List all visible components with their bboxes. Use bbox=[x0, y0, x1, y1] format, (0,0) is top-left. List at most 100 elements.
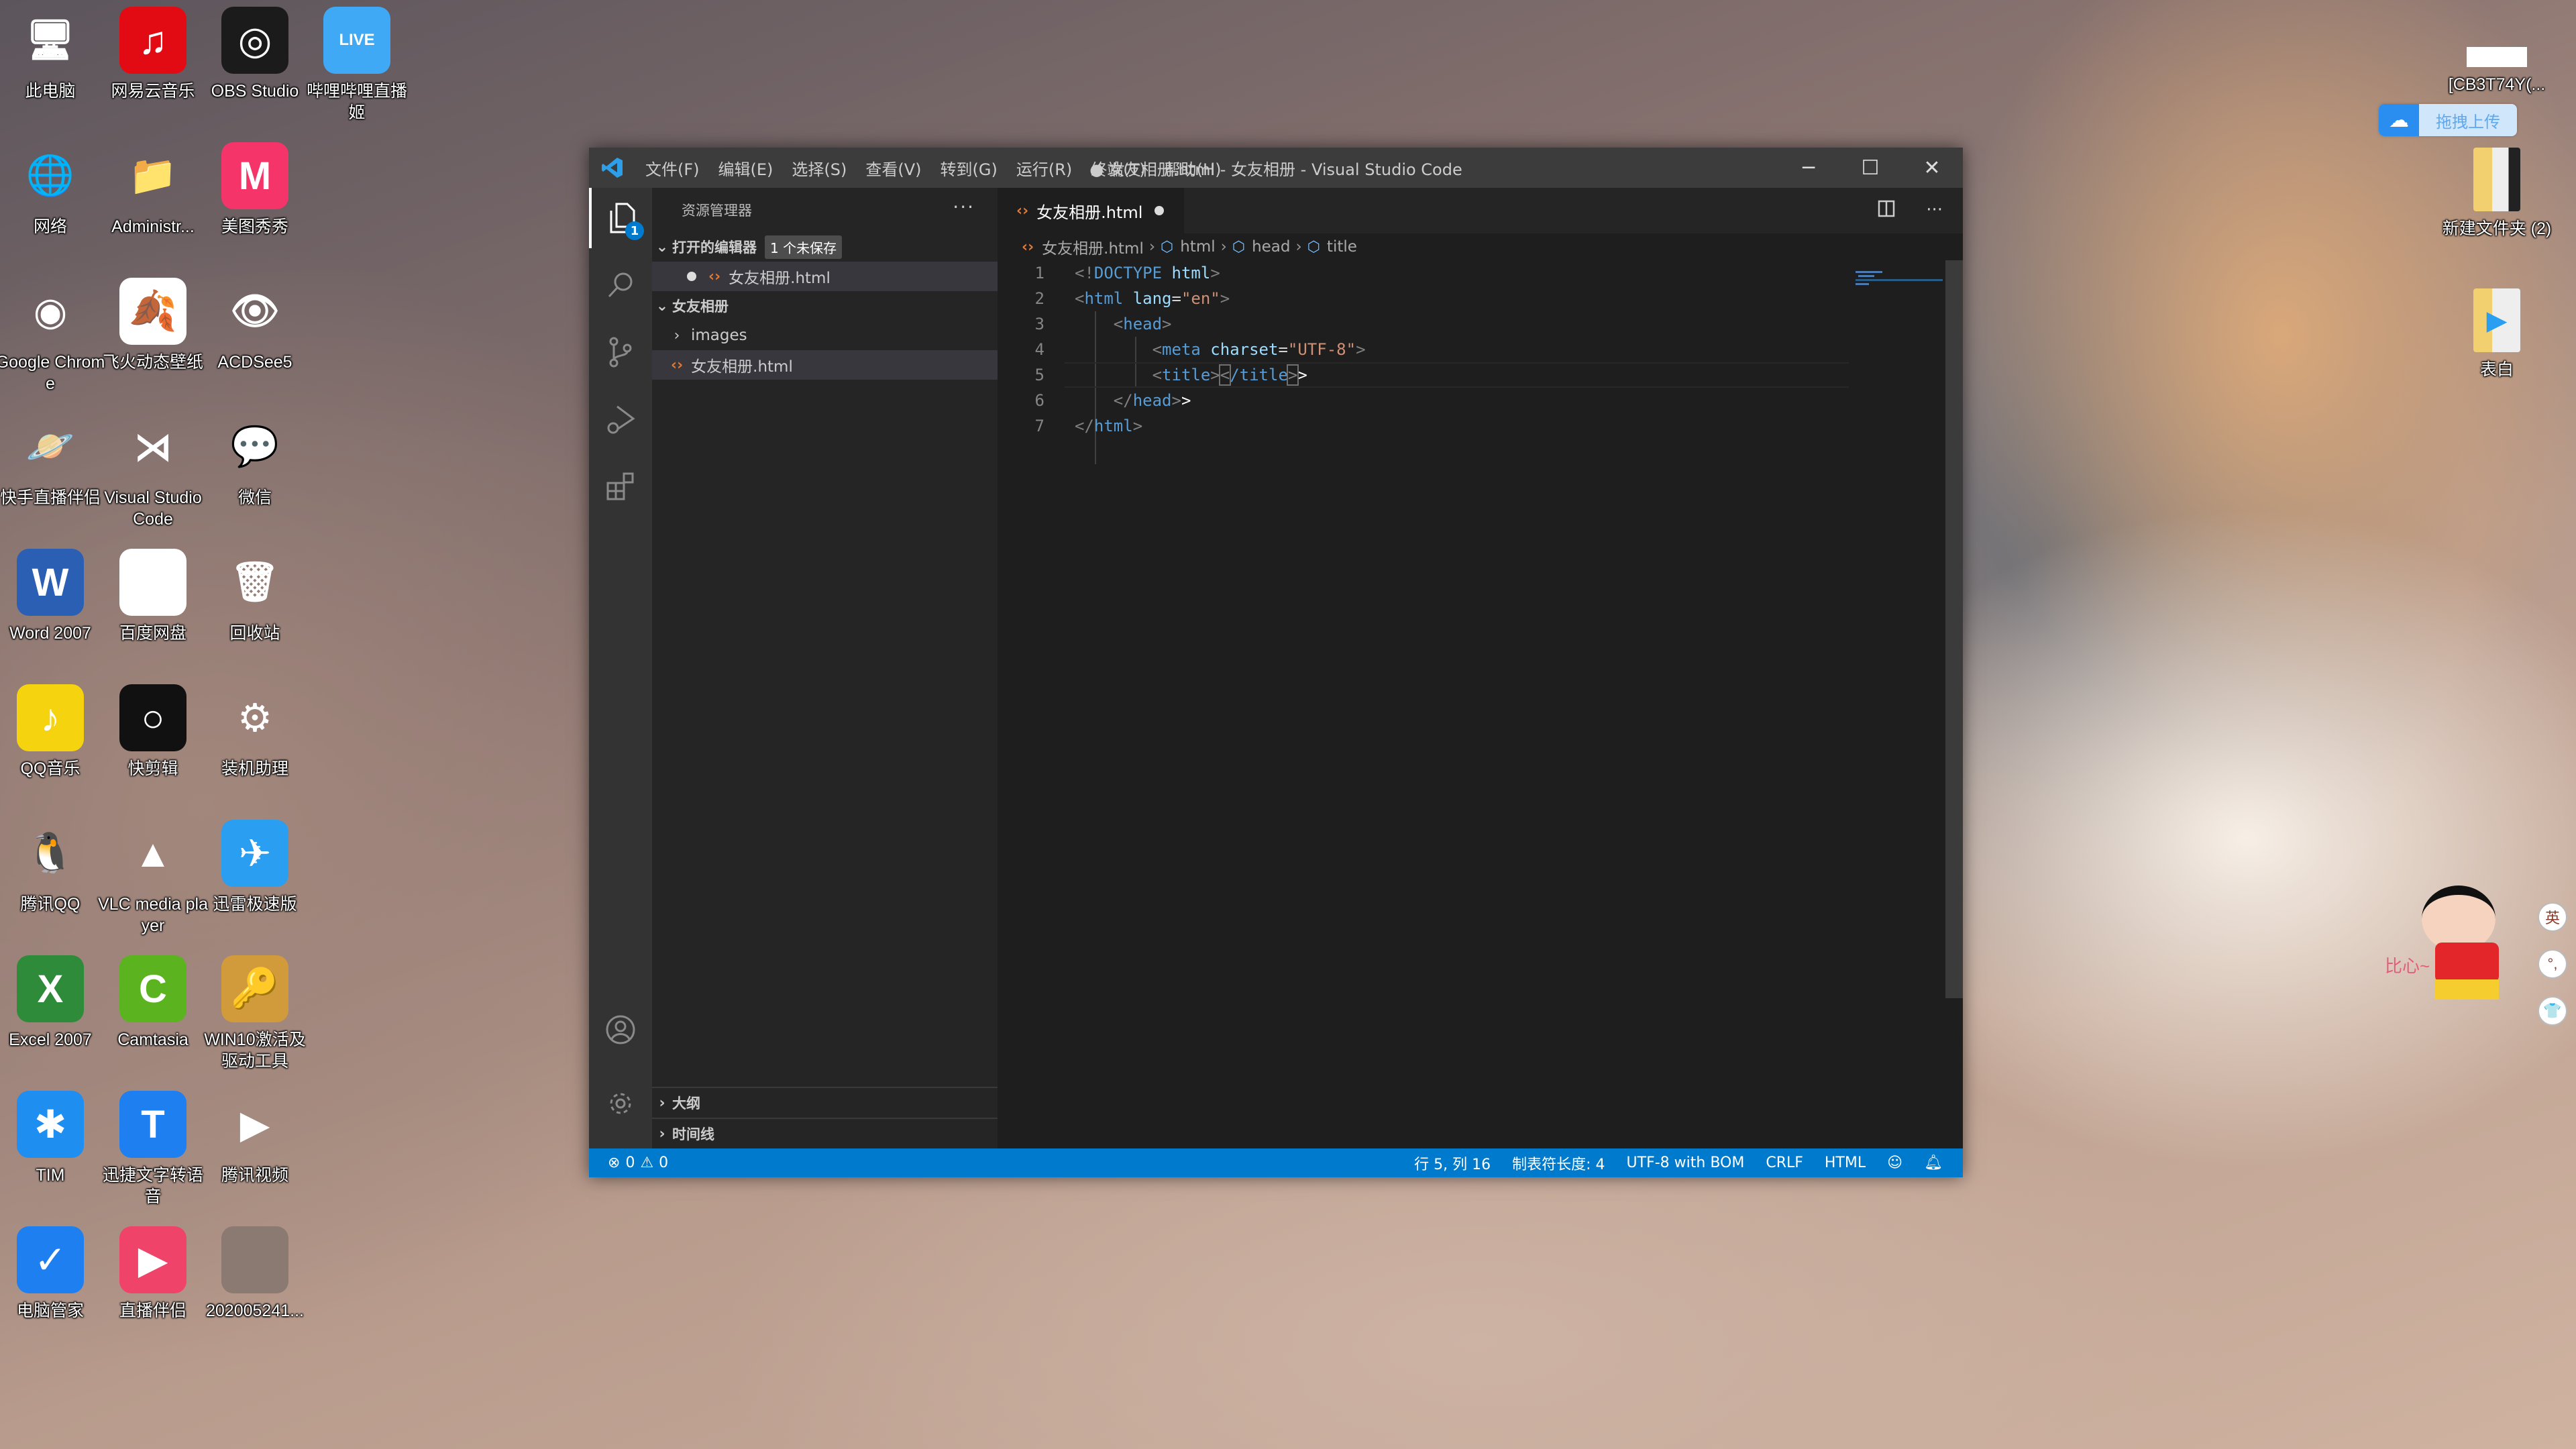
breadcrumb-head[interactable]: head bbox=[1252, 238, 1290, 256]
menu-item[interactable]: 转到(G) bbox=[931, 156, 1007, 180]
this-pc-icon: 🖥 bbox=[25, 18, 75, 62]
language-mode[interactable]: HTML bbox=[1825, 1155, 1866, 1171]
camtasia-icon: C bbox=[119, 955, 186, 1022]
timeline-section[interactable]: › 时间线 bbox=[652, 1118, 998, 1148]
desktop-icon[interactable]: ▶ 直播伴侣 bbox=[96, 1226, 210, 1322]
ime-language-button[interactable]: 英 bbox=[2538, 902, 2567, 932]
run-debug-icon bbox=[607, 405, 635, 434]
baidu-upload-widget[interactable]: ☁ 拖拽上传 bbox=[2379, 104, 2517, 136]
baidu-netdisk-icon: ☁ bbox=[119, 549, 186, 616]
desktop-icon[interactable]: ♪ QQ音乐 bbox=[0, 684, 107, 780]
desktop-icon[interactable]: ✱ TIM bbox=[0, 1091, 107, 1186]
desktop-icon[interactable]: LIVE 哔哩哔哩直播姬 bbox=[300, 7, 414, 123]
explorer-more-button[interactable]: ··· bbox=[953, 196, 975, 218]
menu-item[interactable]: 选择(S) bbox=[782, 156, 856, 180]
ime-skin-button[interactable]: 👕 bbox=[2538, 996, 2567, 1026]
desktop-icon[interactable]: ✈ 迅雷极速版 bbox=[198, 820, 312, 915]
line-content: <!DOCTYPE html> bbox=[1075, 260, 1220, 286]
desktop-icon[interactable]: ✓ 电脑管家 bbox=[0, 1226, 107, 1322]
activity-search[interactable] bbox=[589, 255, 652, 315]
desktop-icon[interactable]: M 美图秀秀 bbox=[198, 142, 312, 237]
tree-item-html-file[interactable]: ‹› 女友相册.html bbox=[652, 350, 998, 380]
desktop-icon[interactable]: 🔑 WIN10激活及驱动工具 bbox=[198, 955, 312, 1072]
activity-extensions[interactable] bbox=[589, 456, 652, 517]
desktop-icon[interactable]: C Camtasia bbox=[96, 955, 210, 1051]
desktop-icon[interactable]: ○ 快剪辑 bbox=[96, 684, 210, 780]
desktop-icon[interactable]: 202005241... bbox=[198, 1226, 312, 1322]
desktop-icon[interactable]: ▶ 腾讯视频 bbox=[198, 1091, 312, 1186]
activity-manage[interactable] bbox=[589, 1073, 652, 1134]
desktop-icon[interactable]: 🌐 网络 bbox=[0, 142, 107, 237]
desktop-icon[interactable]: 👁 ACDSee5 bbox=[198, 278, 312, 373]
cursor-position[interactable]: 行 5, 列 16 bbox=[1414, 1152, 1491, 1174]
encoding[interactable]: UTF-8 with BOM bbox=[1627, 1155, 1745, 1171]
desktop-icon[interactable]: ♫ 网易云音乐 bbox=[96, 7, 210, 102]
desktop-icon[interactable]: T 迅捷文字转语音 bbox=[96, 1091, 210, 1208]
folder-section[interactable]: ⌄ 女友相册 bbox=[652, 291, 998, 321]
activity-explorer[interactable]: 1 bbox=[589, 188, 652, 248]
desktop-icon[interactable]: 🪐 快手直播伴侣 bbox=[0, 413, 107, 508]
desktop-icon-document[interactable]: [CB3T74Y(... bbox=[2440, 47, 2554, 95]
menu-item[interactable]: 终端(T) bbox=[1081, 156, 1155, 180]
desktop-icon[interactable]: 🗑 回收站 bbox=[198, 549, 312, 644]
tree-item-images[interactable]: › images bbox=[652, 321, 998, 350]
desktop-icon[interactable]: ◉ Google Chrome bbox=[0, 278, 107, 394]
code-line[interactable]: 5 <title></title>> bbox=[998, 362, 1963, 388]
desktop-icon[interactable]: ▲ VLC media player bbox=[96, 820, 210, 936]
setup-assistant-icon: ⚙ bbox=[237, 696, 272, 740]
desktop-icon[interactable]: 💬 微信 bbox=[198, 413, 312, 508]
desktop-icon[interactable]: X Excel 2007 bbox=[0, 955, 107, 1051]
desktop-icon[interactable]: 📁 Administr... bbox=[96, 142, 210, 237]
menu-item[interactable]: 帮助(H) bbox=[1155, 156, 1231, 180]
code-line[interactable]: 2 <html lang="en"> bbox=[998, 286, 1963, 311]
minimize-button[interactable]: ─ bbox=[1778, 148, 1839, 188]
unsaved-dot-icon[interactable] bbox=[1155, 206, 1165, 215]
code-line[interactable]: 1 <!DOCTYPE html> bbox=[998, 260, 1963, 286]
outline-section[interactable]: › 大纲 bbox=[652, 1087, 998, 1118]
editor-tab[interactable]: ‹› 女友相册.html bbox=[998, 188, 1184, 233]
open-editor-item[interactable]: ‹› 女友相册.html bbox=[652, 262, 998, 291]
desktop-icon[interactable]: ☁ 百度网盘 bbox=[96, 549, 210, 644]
menu-item[interactable]: 运行(R) bbox=[1007, 156, 1081, 180]
desktop-icon[interactable]: ⋊ Visual Studio Code bbox=[96, 413, 210, 530]
menu-item[interactable]: 文件(F) bbox=[636, 156, 709, 180]
split-editor-icon[interactable] bbox=[1878, 200, 1895, 222]
key-tool-icon: 🔑 bbox=[221, 955, 288, 1022]
notifications-bell-icon[interactable]: 🔔︎ bbox=[1924, 1155, 1943, 1171]
activity-run-debug[interactable] bbox=[589, 389, 652, 449]
more-actions-icon[interactable]: ··· bbox=[1926, 200, 1943, 222]
breadcrumb-title[interactable]: title bbox=[1327, 238, 1357, 256]
tab-size[interactable]: 制表符长度: 4 bbox=[1512, 1152, 1605, 1174]
activity-source-control[interactable] bbox=[589, 322, 652, 382]
desktop-icon[interactable]: 🍂 飞火动态壁纸 bbox=[96, 278, 210, 373]
maximize-button[interactable]: ☐ bbox=[1839, 148, 1901, 188]
code-line[interactable]: 6 </head>> bbox=[998, 388, 1963, 413]
feedback-icon[interactable]: ☺ bbox=[1887, 1155, 1902, 1171]
minimap[interactable] bbox=[1856, 268, 1943, 295]
open-editors-section[interactable]: ⌄ 打开的编辑器 1 个未保存 bbox=[652, 232, 998, 262]
code-editor[interactable]: 1 <!DOCTYPE html> 2 <html lang="en"> 3 <head… bbox=[998, 260, 1963, 464]
desktop-icon[interactable]: W Word 2007 bbox=[0, 549, 107, 644]
breadcrumb-html[interactable]: html bbox=[1180, 238, 1215, 256]
problems-indicator[interactable]: ⊗ 0 ⚠ 0 bbox=[589, 1155, 668, 1171]
code-line[interactable]: 3 <head> bbox=[998, 311, 1963, 337]
menu-item[interactable]: 编辑(E) bbox=[709, 156, 783, 180]
desktop-icon[interactable]: ⚙ 装机助理 bbox=[198, 684, 312, 780]
desktop-icon[interactable]: 🖥 此电脑 bbox=[0, 7, 107, 102]
activity-accounts[interactable] bbox=[589, 1000, 652, 1060]
desktop-icon[interactable]: 🐧 腾讯QQ bbox=[0, 820, 107, 915]
desktop-icon[interactable]: ◎ OBS Studio bbox=[198, 7, 312, 102]
code-line[interactable]: 4 <meta charset="UTF-8"> bbox=[998, 337, 1963, 362]
ime-punctuation-button[interactable]: °, bbox=[2538, 949, 2567, 979]
open-editor-filename: 女友相册.html bbox=[729, 270, 830, 287]
close-button[interactable]: ✕ bbox=[1901, 148, 1963, 188]
desktop-icon-new-folder[interactable]: 新建文件夹 (2) bbox=[2440, 148, 2554, 239]
ime-toolbar: 英 °, 👕 bbox=[2538, 902, 2567, 1026]
breadcrumb-file[interactable]: 女友相册.html bbox=[1042, 235, 1144, 258]
html-file-icon: ‹› bbox=[1016, 202, 1029, 219]
menu-item[interactable]: 查看(V) bbox=[856, 156, 930, 180]
code-line[interactable]: 7 </html> bbox=[998, 413, 1963, 439]
editor-scrollbar[interactable] bbox=[1945, 260, 1963, 998]
desktop-icon-biaobai-folder[interactable]: ▶ 表白 bbox=[2440, 288, 2554, 380]
line-ending[interactable]: CRLF bbox=[1766, 1155, 1803, 1171]
